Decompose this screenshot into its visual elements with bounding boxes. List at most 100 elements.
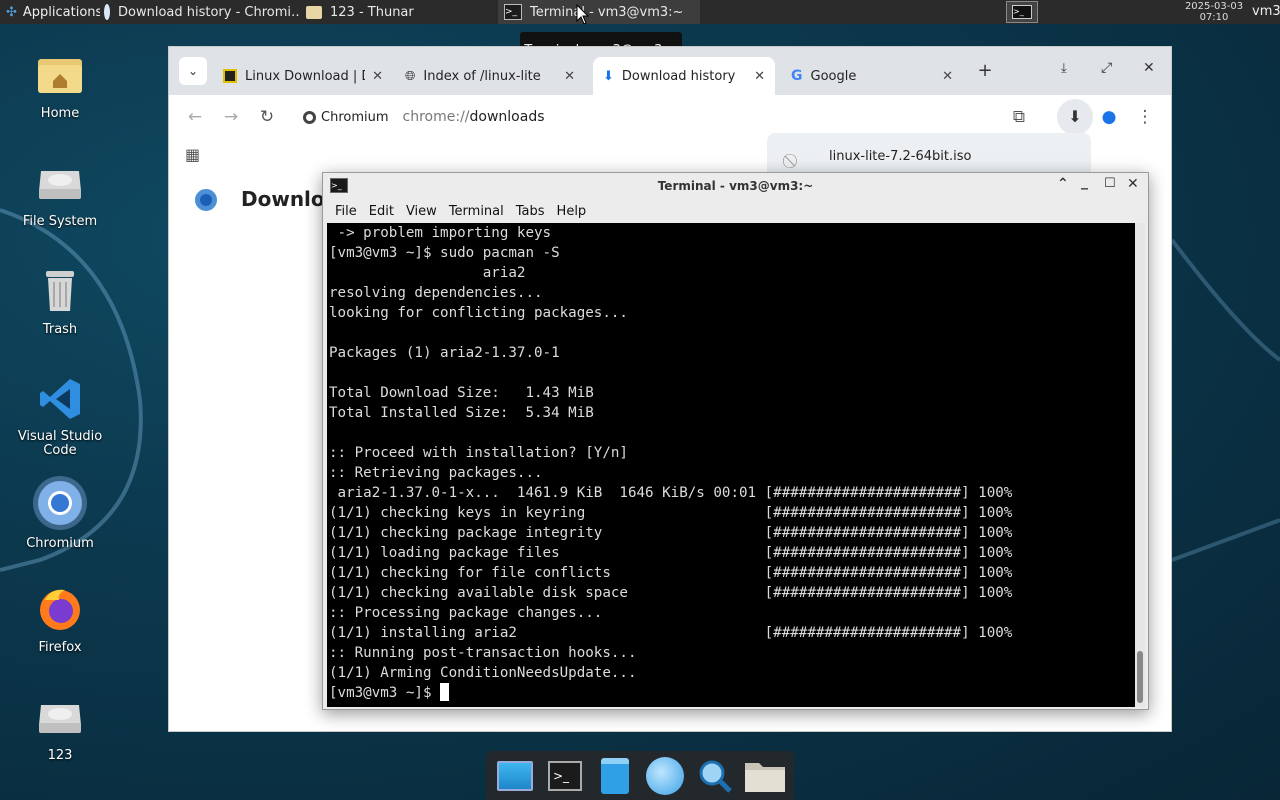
minimize-icon[interactable]: _ [1081,174,1088,190]
desktop-icon-vscode[interactable]: Visual Studio Code [14,374,106,458]
desktop-icon-label: Firefox [38,640,82,655]
terminal-line: :: Proceed with installation? [Y/n] [329,445,628,461]
dock-terminal[interactable]: >_ [544,755,586,797]
desktop-icon-label: Home [40,106,80,121]
terminal-icon: >_ [504,4,522,20]
url-path: downloads [469,109,545,125]
download-file-name[interactable]: linux-lite-7.2-64bit.iso [829,149,971,164]
applications-menu[interactable]: ✣ Applications [0,0,100,24]
dock-show-desktop[interactable] [494,755,536,797]
home-folder-icon [35,50,85,100]
terminal-line: (1/1) Arming ConditionNeedsUpdate... [329,665,637,681]
drive-icon [35,692,85,742]
task-terminal[interactable]: >_ Terminal - vm3@vm3:~ [498,0,700,24]
vscode-icon [35,374,85,424]
maximize-icon[interactable]: ⤢ [1101,60,1112,76]
reload-icon[interactable]: ↻ [255,105,279,129]
terminal-title: Terminal - vm3@vm3:~ [657,179,814,193]
terminal-scrollbar[interactable] [1135,223,1145,707]
desktop-icon-firefox[interactable]: Firefox [14,584,106,655]
menu-file[interactable]: File [329,204,363,219]
tab-download-history[interactable]: ⬇ Download history ✕ [593,57,775,95]
clock-time: 07:10 [1199,12,1229,23]
shade-icon[interactable]: ⌃ [1057,176,1069,192]
address-bar[interactable]: Chromium chrome://downloads ☆ [295,99,1085,135]
terminal-prompt-line: [vm3@vm3 ~]$ [329,683,1135,703]
desktop-icon-label: Chromium [26,536,94,551]
clock-date: 2025-03-03 [1184,1,1244,12]
terminal-titlebar[interactable]: >_ Terminal - vm3@vm3:~ ⌃ _ ☐ ✕ [323,173,1148,199]
desktop-icon-home[interactable]: Home [14,50,106,121]
menu-kebab-icon[interactable]: ⋮ [1133,105,1157,129]
forward-icon[interactable]: → [219,105,243,129]
globe-icon: 🌐︎ [405,68,416,84]
terminal-line: (1/1) loading package files [###########… [329,545,1013,561]
download-icon: ⬇ [603,68,614,84]
apps-grid-icon[interactable]: ▦ [185,145,200,164]
desktop-icon-label: Visual Studio Code [17,429,103,458]
dock-app-finder[interactable] [694,755,736,797]
menu-help[interactable]: Help [551,204,593,219]
dock-file-manager[interactable] [594,755,636,797]
desktop-icon-file-system[interactable]: File System [14,158,106,229]
tab-search-button[interactable]: ⌄ [179,57,207,85]
firefox-icon [35,584,85,634]
folder-icon [745,762,785,792]
task-chromium[interactable]: Download history - Chromi… [98,0,300,24]
dock-web-browser[interactable] [644,755,686,797]
menu-tabs[interactable]: Tabs [510,204,551,219]
terminal-menubar: File Edit View Terminal Tabs Help [323,199,1148,223]
terminal-line: [vm3@vm3 ~]$ sudo pacman -S [329,245,560,261]
maximize-icon[interactable]: ☐ [1104,176,1116,191]
tab-close-icon[interactable]: ✕ [754,69,765,84]
close-icon[interactable]: ✕ [1127,176,1139,192]
menu-edit[interactable]: Edit [363,204,400,219]
tab-google[interactable]: G Google ✕ [781,57,963,95]
profile-avatar[interactable]: ● [1097,105,1121,129]
desktop-icon-chromium[interactable]: Chromium [14,476,106,551]
terminal-output[interactable]: -> problem importing keys [vm3@vm3 ~]$ su… [327,223,1135,707]
workspace-switcher[interactable]: >_ [1006,1,1038,23]
tab-close-icon[interactable]: ✕ [564,69,575,84]
terminal-line: Packages (1) aria2-1.37.0-1 [329,345,560,361]
tab-close-icon[interactable]: ✕ [372,69,383,84]
downloads-button[interactable]: ⬇ [1057,99,1093,135]
terminal-line: looking for conflicting packages... [329,305,628,321]
desktop-icon-trash[interactable]: Trash [14,266,106,337]
task-label: Terminal - vm3@vm3:~ [530,4,684,20]
dock-folder[interactable] [744,755,786,797]
applications-icon: ✣ [6,4,17,20]
desktop-icon-label: Trash [42,322,78,337]
tab-label: Index of /linux-lite [423,68,541,84]
extensions-icon[interactable]: ⧉ [1007,105,1031,129]
terminal-line: :: Processing package changes... [329,605,603,621]
close-icon[interactable]: ✕ [1143,60,1155,76]
user-menu[interactable]: vm3 [1252,0,1280,24]
terminal-line: Total Installed Size: 5.34 MiB [329,405,594,421]
site-chip[interactable]: Chromium [295,110,397,125]
task-label: Download history - Chromi… [118,4,300,20]
menu-terminal[interactable]: Terminal [443,204,510,219]
downloads-bubble: ⃠ linux-lite-7.2-64bit.iso [767,133,1091,177]
tab-index-of[interactable]: 🌐︎ Index of /linux-lite ✕ [395,57,585,95]
desktop-icon-label: File System [22,214,98,229]
terminal-line: aria2 [329,265,526,281]
terminal-line: -> problem importing keys [329,225,552,241]
tab-linux-download[interactable]: Linux Download | Dow ✕ [213,57,393,95]
scrollbar-thumb[interactable] [1137,651,1143,703]
desktop-icon-123[interactable]: 123 [14,692,106,763]
terminal-line: resolving dependencies... [329,285,543,301]
task-thunar[interactable]: 123 - Thunar [300,0,496,24]
text-cursor [440,683,450,701]
new-tab-button[interactable]: + [975,61,995,81]
back-icon[interactable]: ← [183,105,207,129]
tab-label: Google [810,68,857,84]
desktop-icon-label: 123 [47,748,73,763]
tab-close-icon[interactable]: ✕ [942,69,953,84]
clock[interactable]: 2025-03-03 07:10 [1180,0,1248,24]
minimize-icon[interactable]: ⤓ [1061,61,1067,76]
menu-view[interactable]: View [400,204,443,219]
tab-label: Download history [621,68,736,84]
terminal-icon: >_ [1012,5,1032,19]
